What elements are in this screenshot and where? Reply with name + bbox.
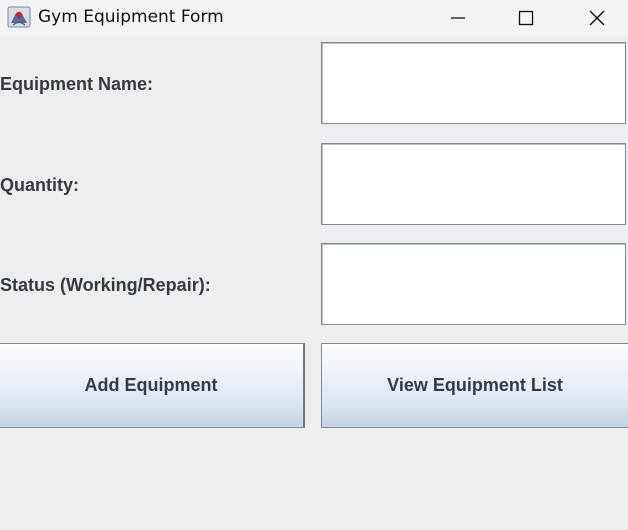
window-title: Gym Equipment Form <box>38 7 224 27</box>
add-equipment-label: Add Equipment <box>84 375 218 395</box>
java-app-icon <box>7 5 31 29</box>
status-label: Status (Working/Repair): <box>0 275 211 295</box>
close-icon <box>589 10 605 26</box>
gym-equipment-window: Gym Equipment Form Equipment Name: Quant… <box>0 0 628 530</box>
equipment-name-field[interactable] <box>321 42 626 124</box>
minimize-button[interactable] <box>435 0 481 36</box>
view-equipment-list-button[interactable]: View Equipment List <box>321 343 628 428</box>
view-equipment-list-label: View Equipment List <box>387 375 563 395</box>
title-bar[interactable]: Gym Equipment Form <box>0 0 628 36</box>
minimize-icon <box>451 17 465 19</box>
maximize-button[interactable] <box>503 0 549 36</box>
add-equipment-button[interactable]: Add Equipment <box>0 343 305 428</box>
equipment-name-label: Equipment Name: <box>0 74 154 94</box>
maximize-icon <box>518 10 534 26</box>
quantity-label: Quantity: <box>0 175 79 195</box>
status-field[interactable] <box>321 243 626 325</box>
quantity-field[interactable] <box>321 143 626 225</box>
close-button[interactable] <box>574 0 620 36</box>
